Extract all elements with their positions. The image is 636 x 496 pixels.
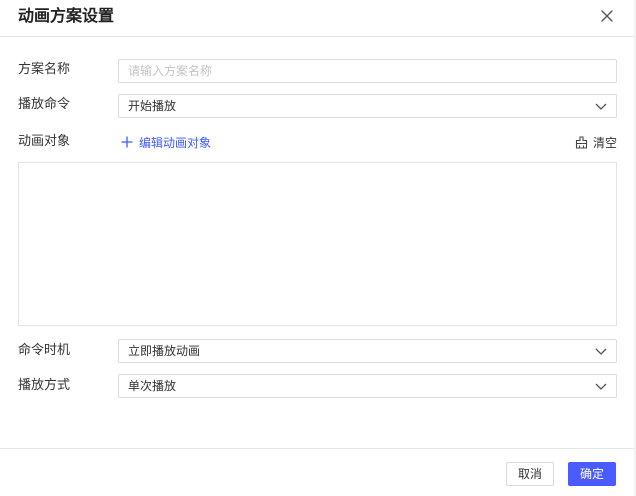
animation-scheme-dialog: 动画方案设置 方案名称 播放命令 开始播放 动画对象 编辑动画对象 清空 命令时… bbox=[0, 0, 636, 496]
dialog-footer: 取消 确定 bbox=[0, 448, 636, 496]
play-mode-label: 播放方式 bbox=[18, 378, 71, 393]
command-timing-value: 立即播放动画 bbox=[128, 344, 201, 358]
edit-animation-objects-button[interactable]: 编辑动画对象 bbox=[121, 134, 211, 150]
clear-button[interactable]: 清空 bbox=[575, 134, 617, 150]
broom-icon bbox=[575, 135, 588, 149]
confirm-button[interactable]: 确定 bbox=[568, 462, 616, 486]
chevron-down-icon bbox=[595, 103, 607, 110]
play-mode-value: 单次播放 bbox=[128, 379, 177, 393]
scheme-name-label: 方案名称 bbox=[18, 62, 71, 77]
close-icon[interactable] bbox=[598, 7, 616, 25]
play-command-select[interactable]: 开始播放 bbox=[118, 94, 617, 118]
animation-objects-list bbox=[18, 162, 617, 326]
play-command-label: 播放命令 bbox=[18, 97, 71, 112]
animation-objects-label: 动画对象 bbox=[18, 134, 71, 149]
dialog-header: 动画方案设置 bbox=[0, 0, 636, 37]
play-command-value: 开始播放 bbox=[128, 99, 177, 113]
clear-label: 清空 bbox=[593, 135, 618, 150]
dialog-title: 动画方案设置 bbox=[18, 6, 115, 25]
plus-icon bbox=[121, 136, 133, 148]
command-timing-label: 命令时机 bbox=[18, 343, 71, 358]
play-mode-select[interactable]: 单次播放 bbox=[118, 374, 617, 398]
command-timing-select[interactable]: 立即播放动画 bbox=[118, 339, 617, 363]
scheme-name-input[interactable] bbox=[118, 59, 617, 83]
edit-animation-objects-label: 编辑动画对象 bbox=[139, 135, 212, 150]
chevron-down-icon bbox=[595, 383, 607, 390]
cancel-button[interactable]: 取消 bbox=[506, 462, 554, 486]
chevron-down-icon bbox=[595, 348, 607, 355]
